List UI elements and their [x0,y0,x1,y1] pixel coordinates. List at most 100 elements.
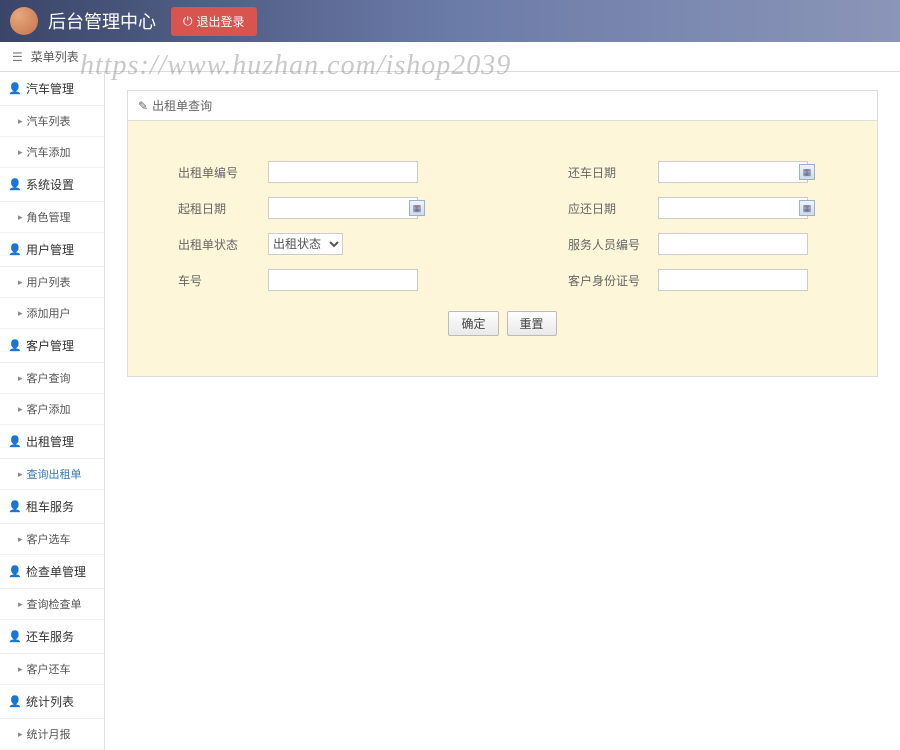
panel-body: 出租单编号 还车日期 ▦ 起租日期 ▦ 应还日期 [128,121,877,376]
caret-right-icon: ▸ [18,599,23,610]
app-title: 后台管理中心 [48,8,156,34]
nav-item[interactable]: ▸ 角色管理 [0,202,104,233]
input-begin-date[interactable] [268,197,418,219]
nav-item-label: 查询检查单 [27,596,82,612]
nav-group-header[interactable]: 👤 检查单管理 [0,555,104,589]
calendar-icon[interactable]: ▦ [409,200,425,216]
user-icon: 👤 [8,695,20,708]
nav-group-label: 客户管理 [26,337,74,354]
label-rent-id: 出租单编号 [178,164,258,181]
nav-item-label: 客户添加 [27,401,71,417]
nav-item[interactable]: ▸ 客户选车 [0,524,104,555]
confirm-button[interactable]: 确定 [448,311,498,336]
nav-item[interactable]: ▸ 查询检查单 [0,589,104,620]
nav-item[interactable]: ▸ 用户列表 [0,267,104,298]
nav-group-header[interactable]: 👤 客户管理 [0,329,104,363]
input-customer-id[interactable] [658,269,808,291]
user-icon: 👤 [8,178,20,191]
user-icon: 👤 [8,630,20,643]
avatar [10,7,38,35]
nav-group-header[interactable]: 👤 统计列表 [0,685,104,719]
nav-item-label: 用户列表 [27,274,71,290]
caret-right-icon: ▸ [18,116,23,127]
nav-item[interactable]: ▸ 客户添加 [0,394,104,425]
nav-group-label: 汽车管理 [26,80,74,97]
nav-group-label: 用户管理 [26,241,74,258]
caret-right-icon: ▸ [18,469,23,480]
calendar-icon[interactable]: ▦ [799,200,815,216]
reset-button[interactable]: 重置 [507,311,557,336]
edit-icon: ✎ [138,99,148,113]
nav-item[interactable]: ▸ 汽车列表 [0,106,104,137]
user-icon: 👤 [8,565,20,578]
nav-item[interactable]: ▸ 统计月报 [0,719,104,750]
caret-right-icon: ▸ [18,147,23,158]
nav-item-label: 角色管理 [27,209,71,225]
user-icon: 👤 [8,435,20,448]
nav-item-label: 统计月报 [27,726,71,742]
nav-group-header[interactable]: 👤 系统设置 [0,168,104,202]
calendar-icon[interactable]: ▦ [799,164,815,180]
nav-item-label: 添加用户 [27,305,71,321]
nav-group-header[interactable]: 👤 汽车管理 [0,72,104,106]
app-header: 后台管理中心 ⏻ 退出登录 [0,0,900,42]
caret-right-icon: ▸ [18,308,23,319]
nav-item-label: 汽车列表 [27,113,71,129]
nav-group-label: 系统设置 [26,176,74,193]
input-should-return[interactable] [658,197,808,219]
label-return-date: 还车日期 [568,164,648,181]
select-status[interactable]: 出租状态 [268,233,343,255]
nav-group-header[interactable]: 👤 租车服务 [0,490,104,524]
logout-label: 退出登录 [197,13,245,30]
nav-group-header[interactable]: 👤 用户管理 [0,233,104,267]
nav-item[interactable]: ▸ 查询出租单 [0,459,104,490]
nav-item-label: 查询出租单 [27,466,82,482]
nav-item-label: 汽车添加 [27,144,71,160]
nav-item-label: 客户选车 [27,531,71,547]
nav-item-label: 客户还车 [27,661,71,677]
panel-title: 出租单查询 [152,97,212,114]
input-car-no[interactable] [268,269,418,291]
power-icon: ⏻ [183,14,193,29]
label-begin-date: 起租日期 [178,200,258,217]
nav-group-label: 租车服务 [26,498,74,515]
user-icon: 👤 [8,82,20,95]
nav-group-label: 出租管理 [26,433,74,450]
caret-right-icon: ▸ [18,373,23,384]
nav-item[interactable]: ▸ 添加用户 [0,298,104,329]
nav-item[interactable]: ▸ 汽车添加 [0,137,104,168]
label-car-no: 车号 [178,272,258,289]
nav-group-label: 统计列表 [26,693,74,710]
user-icon: 👤 [8,500,20,513]
caret-right-icon: ▸ [18,664,23,675]
nav-group-header[interactable]: 👤 还车服务 [0,620,104,654]
panel-header: ✎ 出租单查询 [128,91,877,121]
nav-item-label: 客户查询 [27,370,71,386]
menu-toggle-icon[interactable]: ☰ [12,50,23,64]
input-return-date[interactable] [658,161,808,183]
nav-group-label: 还车服务 [26,628,74,645]
breadcrumb-label: 菜单列表 [31,48,79,65]
caret-right-icon: ▸ [18,212,23,223]
input-rent-id[interactable] [268,161,418,183]
nav-item[interactable]: ▸ 客户还车 [0,654,104,685]
logout-button[interactable]: ⏻ 退出登录 [171,7,257,36]
nav-group-label: 检查单管理 [26,563,86,580]
label-status: 出租单状态 [178,236,258,253]
caret-right-icon: ▸ [18,404,23,415]
input-operator-id[interactable] [658,233,808,255]
label-operator-id: 服务人员编号 [568,236,648,253]
user-icon: 👤 [8,243,20,256]
search-panel: ✎ 出租单查询 出租单编号 还车日期 ▦ 起租日期 ▦ [127,90,878,377]
sidebar: 👤 汽车管理 ▸ 汽车列表 ▸ 汽车添加 👤 系统设置 ▸ 角色管理 👤 用户管理 ▸ 用户列表 ▸ 添加用户… [0,72,105,750]
breadcrumb-bar: ☰ 菜单列表 [0,42,900,72]
nav-item[interactable]: ▸ 客户查询 [0,363,104,394]
label-should-return: 应还日期 [568,200,648,217]
user-icon: 👤 [8,339,20,352]
nav-group-header[interactable]: 👤 出租管理 [0,425,104,459]
caret-right-icon: ▸ [18,729,23,740]
caret-right-icon: ▸ [18,534,23,545]
label-customer-id: 客户身份证号 [568,272,648,289]
caret-right-icon: ▸ [18,277,23,288]
main-content: ✎ 出租单查询 出租单编号 还车日期 ▦ 起租日期 ▦ [105,72,900,750]
